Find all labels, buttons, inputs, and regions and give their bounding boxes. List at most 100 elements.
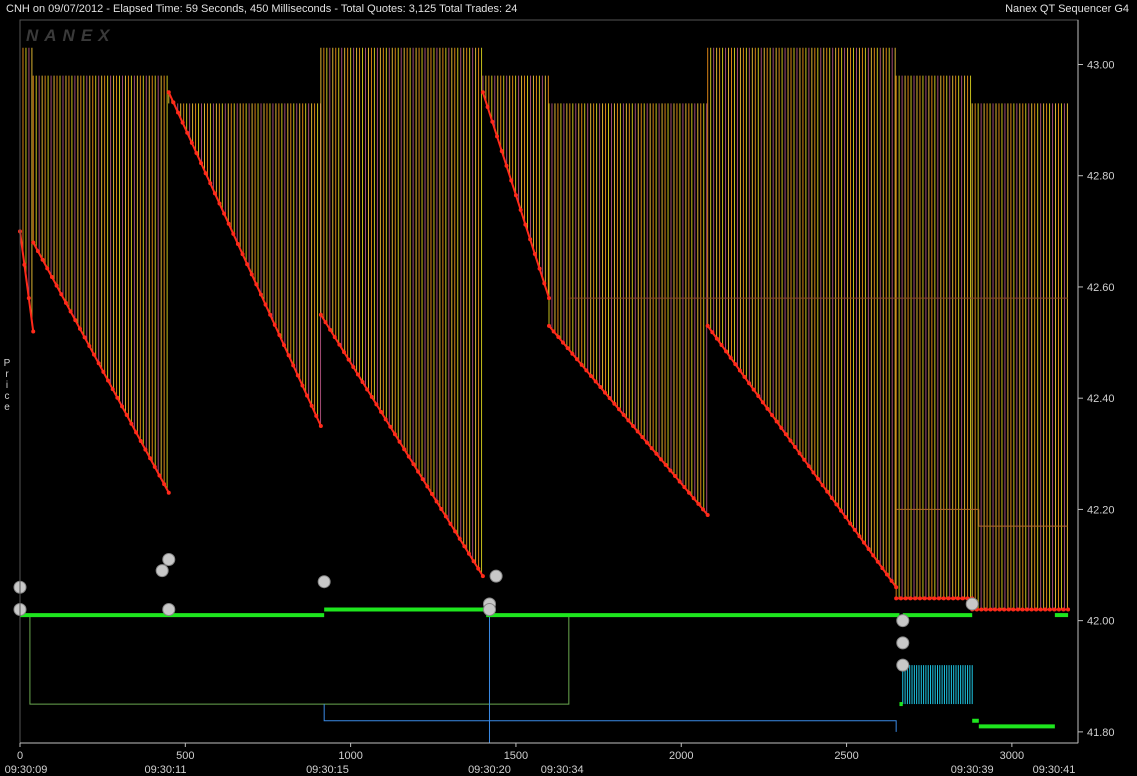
ask-point: [556, 335, 561, 340]
ask-point: [889, 578, 894, 583]
ask-point: [314, 413, 319, 418]
ask-point: [760, 400, 765, 405]
ask-point: [495, 134, 500, 139]
ask-point: [1011, 607, 1016, 612]
ask-point: [742, 374, 747, 379]
ask-point: [115, 395, 120, 400]
ask-point: [843, 515, 848, 520]
ask-point: [342, 350, 347, 355]
ask-point: [374, 402, 379, 407]
ask-point: [448, 521, 453, 526]
ask-point: [774, 419, 779, 424]
ask-point: [788, 438, 793, 443]
ask-point: [110, 387, 115, 392]
ask-point: [87, 344, 92, 349]
ask-point: [22, 262, 27, 267]
ask-point: [523, 222, 528, 227]
ask-point: [806, 464, 811, 469]
ask-point: [425, 484, 430, 489]
ask-point: [884, 572, 889, 577]
ask-point: [77, 326, 82, 331]
ask-point: [783, 432, 788, 437]
ask-point: [40, 257, 45, 262]
ask-point: [1043, 607, 1048, 612]
ask-point: [45, 266, 50, 271]
ask-point: [993, 607, 998, 612]
ask-point: [696, 501, 701, 506]
ask-point: [180, 120, 185, 125]
ask-point: [621, 412, 626, 417]
ask-point: [49, 274, 54, 279]
ask-point: [691, 496, 696, 501]
ask-point: [420, 477, 425, 482]
ask-point: [1024, 607, 1029, 612]
ask-point: [997, 607, 1002, 612]
ask-point: [579, 362, 584, 367]
ask-point: [612, 401, 617, 406]
ask-point: [617, 407, 622, 412]
ask-point: [871, 553, 876, 558]
ask-point: [245, 262, 250, 267]
y-tick-label: 43.00: [1087, 59, 1115, 71]
ask-point: [54, 283, 59, 288]
ask-point: [1061, 607, 1066, 612]
ask-point: [485, 104, 490, 109]
ask-point: [551, 329, 556, 334]
y-axis-label-letter: r: [5, 369, 9, 380]
time-tick-label: 09:30:41: [1033, 764, 1076, 776]
ask-point: [848, 521, 853, 526]
ask-point: [59, 292, 64, 297]
ask-point: [631, 423, 636, 428]
trade-point: [317, 575, 331, 589]
ask-point: [277, 332, 282, 337]
ask-point: [701, 507, 706, 512]
ask-point: [226, 221, 231, 226]
ask-point: [254, 282, 259, 287]
ask-point: [979, 607, 984, 612]
ask-point: [983, 607, 988, 612]
ask-point: [913, 596, 918, 601]
ask-point: [490, 119, 495, 124]
ask-point: [73, 318, 78, 323]
ask-point: [309, 403, 314, 408]
ask-point: [429, 492, 434, 497]
ask-point: [756, 394, 761, 399]
y-axis-label-letter: c: [4, 391, 10, 402]
ask-point: [894, 596, 899, 601]
ask-point: [152, 464, 157, 469]
ask-point: [281, 343, 286, 348]
ask-point: [31, 329, 36, 334]
ask-point: [816, 476, 821, 481]
ask-point: [383, 417, 388, 422]
ask-point: [575, 357, 580, 362]
ask-point: [26, 296, 31, 301]
ask-point: [663, 462, 668, 467]
ask-point: [645, 440, 650, 445]
ask-point: [751, 387, 756, 392]
ask-point: [416, 469, 421, 474]
ask-point: [96, 361, 101, 366]
ask-point: [528, 237, 533, 242]
ask-point: [834, 502, 839, 507]
ask-point: [547, 296, 551, 301]
ask-line: [19, 231, 35, 332]
ask-point: [593, 379, 598, 384]
ask-point: [673, 474, 678, 479]
ask-point: [542, 281, 547, 286]
ask-point: [946, 596, 951, 601]
ask-point: [898, 596, 903, 601]
ask-point: [866, 547, 871, 552]
ask-point: [649, 446, 654, 451]
ask-point: [1038, 607, 1043, 612]
ask-point: [466, 551, 471, 556]
ask-point: [687, 490, 692, 495]
ask-point: [397, 439, 402, 444]
ask-point: [1066, 607, 1071, 612]
ask-point: [434, 499, 439, 504]
ask-point: [337, 342, 342, 347]
ask-point: [714, 336, 719, 341]
ask-point: [318, 312, 323, 317]
ask-point: [811, 470, 816, 475]
ask-point: [724, 349, 729, 354]
ask-point: [1006, 607, 1011, 612]
